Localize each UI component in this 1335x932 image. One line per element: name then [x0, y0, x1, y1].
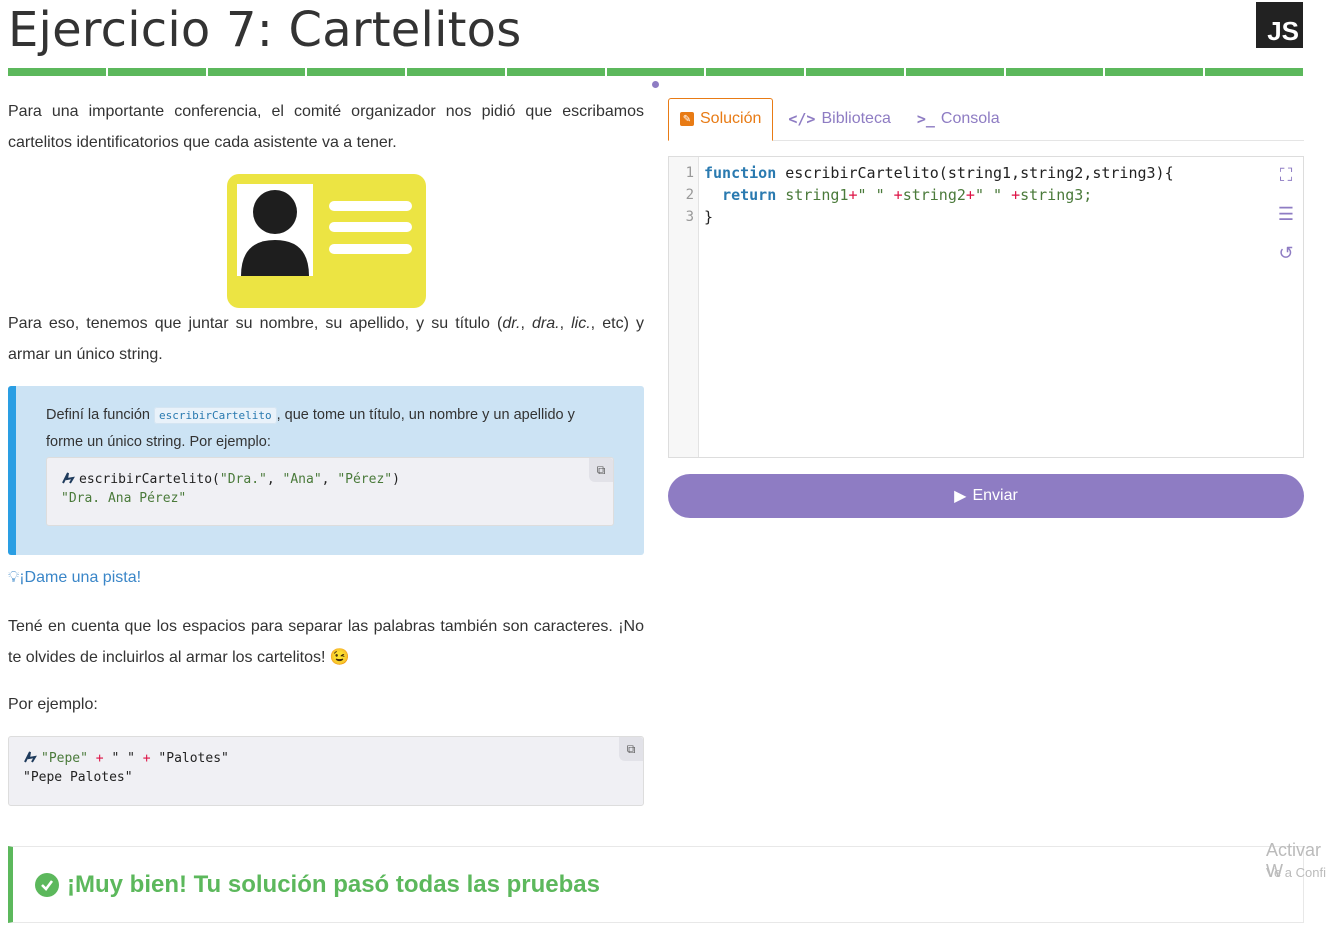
example-result: "Pepe Palotes" — [23, 770, 133, 785]
function-name-code: escribirCartelito — [154, 407, 277, 424]
copy-icon[interactable]: ⧉ — [589, 458, 613, 482]
progress-segment[interactable] — [207, 68, 306, 76]
editor-toolbar: ⛶ ☰ ↺ — [1275, 165, 1297, 264]
task-example-result: "Dra. Ana Pérez" — [61, 491, 187, 506]
editor-panel: ✎ Solución </> Biblioteca >_ Consola 1 2 3 … — [668, 97, 1304, 518]
code-editor[interactable]: 1 2 3 function escribirCartelito(string1… — [668, 156, 1304, 458]
reset-icon[interactable]: ↺ — [1275, 243, 1297, 264]
progress-segment[interactable] — [905, 68, 1004, 76]
task-callout: Definí la función escribirCartelito, que… — [8, 386, 644, 555]
play-icon: ▶ — [954, 488, 967, 505]
code-icon: </> — [788, 110, 816, 128]
wink-emoji-icon: 😉 — [329, 649, 350, 666]
result-message: ¡Muy bien! Tu solución pasó todas las pr… — [67, 870, 600, 898]
progress-segment[interactable] — [806, 68, 904, 76]
example-code: ⧉ "Pepe" + " " + "Palotes" "Pepe Palotes… — [8, 736, 644, 806]
progress-segment[interactable] — [407, 68, 505, 76]
note-paragraph: Tené en cuenta que los espacios para sep… — [8, 618, 644, 666]
example-label: Por ejemplo: — [8, 696, 98, 713]
exercise-title: Ejercicio 7: Cartelitos — [8, 2, 522, 58]
indent-icon[interactable]: ☰ — [1275, 204, 1297, 225]
line-gutter: 1 2 3 — [669, 157, 699, 457]
submit-button[interactable]: ▶ Enviar — [668, 474, 1304, 518]
current-step-dot — [652, 81, 659, 88]
editor-tabs: ✎ Solución </> Biblioteca >_ Consola — [668, 97, 1304, 141]
copy-icon[interactable]: ⧉ — [619, 737, 643, 761]
pencil-icon: ✎ — [680, 112, 694, 126]
progress-segment[interactable] — [606, 68, 705, 76]
terminal-icon: >_ — [916, 110, 935, 128]
check-circle-icon — [35, 872, 59, 897]
progress-segment[interactable] — [1105, 68, 1204, 76]
progress-segment[interactable] — [1005, 68, 1104, 76]
code-content[interactable]: function escribirCartelito(string1,strin… — [704, 162, 1174, 228]
progress-segment[interactable] — [107, 68, 206, 76]
language-badge: JS — [1256, 2, 1303, 48]
statement-paragraph-1: Para una importante conferencia, el comi… — [8, 103, 644, 151]
task-example-code: ⧉ escribirCartelito("Dra.", "Ana", "Pére… — [46, 457, 614, 526]
id-card-illustration — [227, 174, 426, 308]
lightbulb-icon: 💡︎ — [8, 569, 20, 586]
tab-consola[interactable]: >_ Consola — [906, 98, 1011, 141]
progress-segment[interactable] — [506, 68, 605, 76]
activation-watermark-sub: Ve a Confi — [1266, 865, 1326, 880]
fullscreen-icon[interactable]: ⛶ — [1275, 165, 1297, 186]
progress-segment[interactable] — [307, 68, 406, 76]
tab-solucion[interactable]: ✎ Solución — [668, 97, 774, 141]
task-description: Definí la función escribirCartelito, que… — [46, 407, 575, 450]
statement-paragraph-2: Para eso, tenemos que juntar su nombre, … — [8, 315, 644, 363]
prompt-icon — [24, 751, 37, 763]
prompt-icon — [62, 472, 75, 484]
progress-segment[interactable] — [706, 68, 805, 76]
result-banner: ¡Muy bien! Tu solución pasó todas las pr… — [8, 846, 1304, 923]
progress-bar — [8, 68, 1303, 76]
tab-biblioteca[interactable]: </> Biblioteca — [777, 98, 901, 141]
progress-segment[interactable] — [1205, 68, 1303, 76]
progress-segment[interactable] — [8, 68, 106, 76]
hint-link[interactable]: 💡︎¡Dame una pista! — [8, 569, 141, 587]
